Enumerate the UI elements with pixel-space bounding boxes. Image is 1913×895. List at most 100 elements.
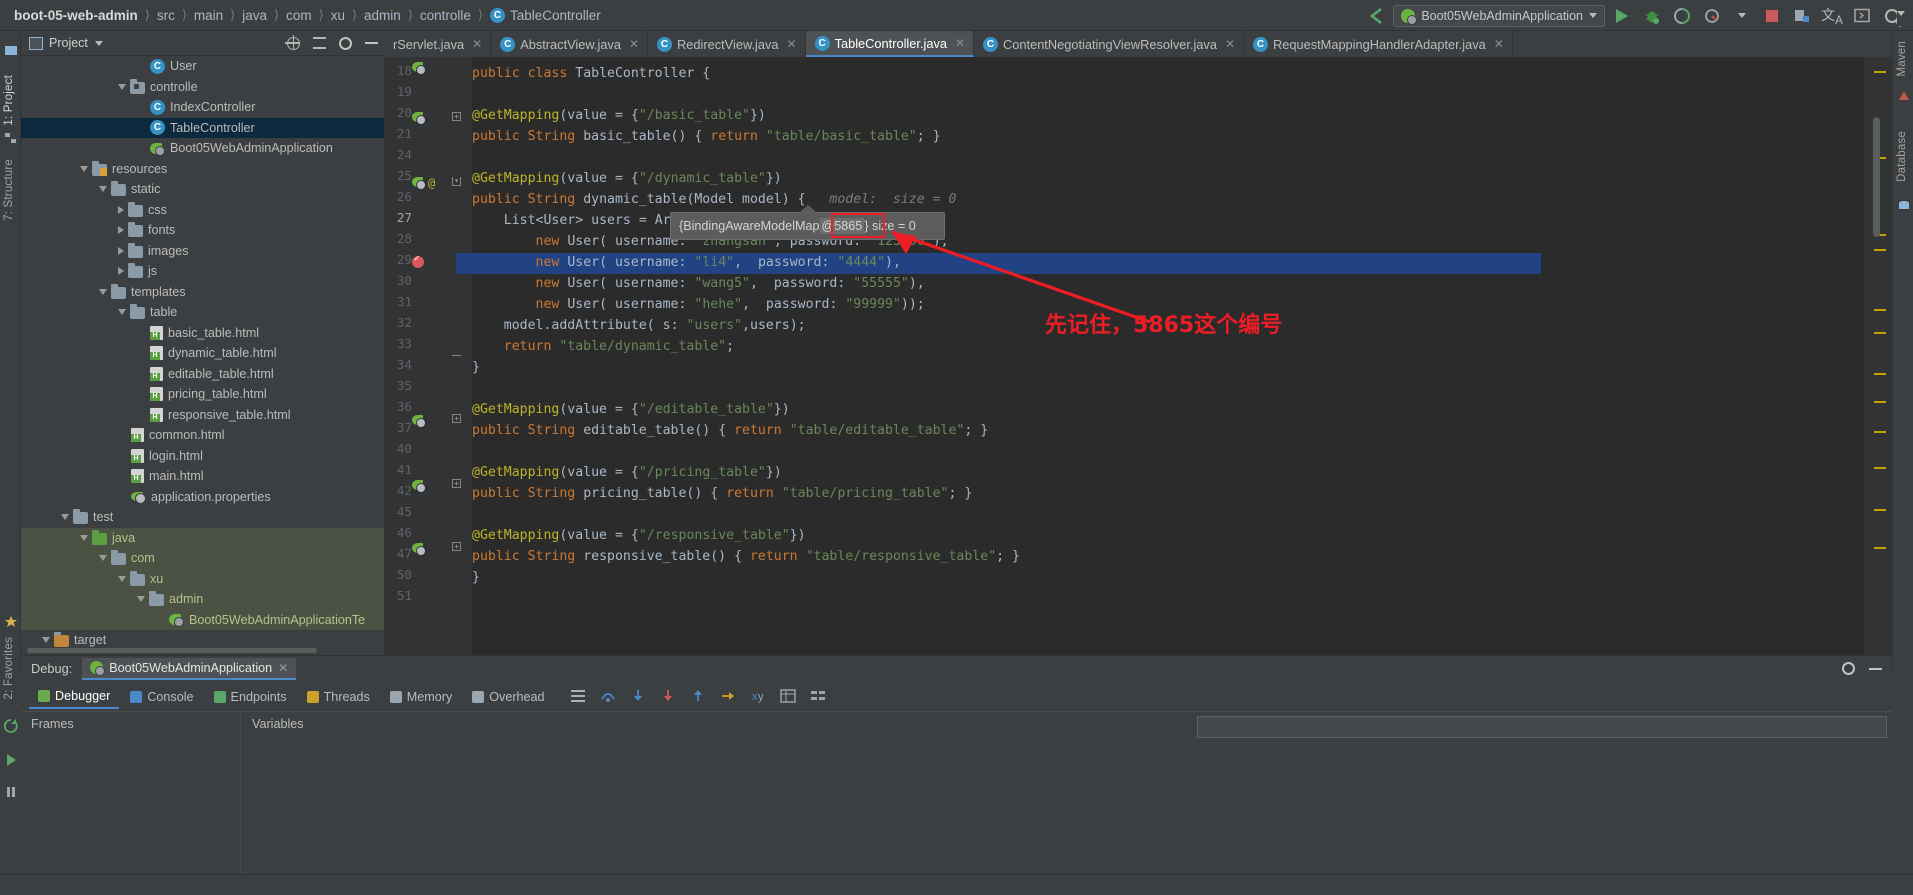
chevron-down-icon[interactable] — [118, 309, 126, 316]
debug-tab[interactable]: Threads — [298, 685, 379, 709]
tree-item[interactable]: pricing_table.html — [21, 384, 384, 405]
profiler-dropdown-icon[interactable] — [1729, 3, 1755, 29]
code-line[interactable]: @GetMapping(value = {"/pricing_table"}) — [472, 462, 782, 483]
tree-item[interactable]: C TableController — [21, 117, 384, 138]
debug-tab[interactable]: Console — [121, 685, 202, 709]
tree-item[interactable]: dynamic_table.html — [21, 343, 384, 364]
editor-tab-bar[interactable]: rServlet.java ✕ C AbstractView.java ✕ C Redire… — [384, 31, 1892, 57]
close-icon[interactable]: ✕ — [472, 37, 482, 51]
stop-button[interactable] — [1759, 3, 1785, 29]
debug-session-tab[interactable]: Boot05WebAdminApplication ✕ — [82, 657, 297, 680]
rail-item-maven[interactable]: Maven — [1896, 41, 1908, 77]
hide-panel-icon[interactable] — [365, 42, 378, 44]
chevron-down-icon[interactable] — [137, 596, 145, 603]
tree-item[interactable]: js — [21, 261, 384, 282]
layout-icon[interactable] — [570, 688, 586, 707]
tree-item[interactable]: main.html — [21, 466, 384, 487]
editor-code-area[interactable]: public class TableController { @GetMappin… — [472, 57, 1864, 655]
tree-item[interactable]: resources — [21, 159, 384, 180]
editor-tab[interactable]: C AbstractView.java ✕ — [491, 31, 649, 57]
editor-tab[interactable]: C RequestMappingHandlerAdapter.java ✕ — [1244, 31, 1513, 57]
tree-item[interactable]: xu — [21, 568, 384, 589]
chevron-down-icon[interactable] — [94, 40, 103, 46]
mute-breakpoints-icon[interactable] — [810, 688, 826, 707]
code-line[interactable]: public String basic_table() { return "ta… — [472, 126, 941, 147]
breadcrumb-item-controlle[interactable]: controlle — [420, 8, 471, 23]
close-icon[interactable]: ✕ — [787, 37, 797, 51]
close-icon[interactable]: ✕ — [629, 37, 639, 51]
chevron-down-icon[interactable] — [118, 83, 126, 90]
tree-item[interactable]: C IndexController — [21, 97, 384, 118]
tree-item[interactable]: java — [21, 527, 384, 548]
run-to-cursor-icon[interactable] — [720, 688, 736, 707]
tree-item[interactable]: admin — [21, 589, 384, 610]
run-with-coverage-button[interactable] — [1669, 3, 1695, 29]
translate-icon[interactable]: 文A — [1819, 3, 1845, 29]
back-arrow-icon[interactable] — [1363, 3, 1389, 29]
force-step-into-icon[interactable] — [660, 688, 676, 707]
step-over-icon[interactable] — [600, 688, 616, 707]
editor-marker-bar[interactable] — [1864, 57, 1892, 655]
debug-button[interactable] — [1639, 3, 1665, 29]
tree-item[interactable]: test — [21, 507, 384, 528]
editor-tab[interactable]: C RedirectView.java ✕ — [648, 31, 806, 57]
terminal-icon[interactable] — [1849, 3, 1875, 29]
debug-tab[interactable]: Memory — [381, 685, 461, 709]
tree-item[interactable]: responsive_table.html — [21, 405, 384, 426]
tree-item[interactable]: application.properties — [21, 487, 384, 508]
settings-icon[interactable] — [1842, 662, 1855, 675]
build-project-button[interactable] — [1789, 3, 1815, 29]
editor-tab[interactable]: rServlet.java ✕ — [384, 31, 492, 57]
project-tree[interactable]: C User controlle C IndexController C TableCont… — [21, 56, 384, 655]
breadcrumb-item-java[interactable]: java — [242, 8, 267, 23]
rail-item-database[interactable]: Database — [1896, 131, 1908, 182]
settings-icon[interactable] — [339, 36, 352, 50]
code-line[interactable]: @GetMapping(value = {"/dynamic_table"}) — [472, 168, 782, 189]
tree-item[interactable]: static — [21, 179, 384, 200]
chevron-down-icon[interactable] — [99, 555, 107, 562]
variables-column[interactable]: Variables — [242, 712, 1202, 875]
pause-icon[interactable] — [4, 785, 18, 799]
tree-item[interactable]: images — [21, 241, 384, 262]
chevron-down-icon[interactable] — [99, 186, 107, 193]
rerun-icon[interactable] — [4, 719, 18, 733]
code-line[interactable]: } — [472, 567, 480, 588]
debug-tabs[interactable]: Debugger Console Endpoints Threads Memory Ove… — [21, 683, 1892, 711]
chevron-down-icon[interactable] — [1897, 10, 1905, 16]
code-line[interactable]: return "table/dynamic_table"; — [472, 336, 734, 357]
breadcrumb-item-admin[interactable]: admin — [364, 8, 401, 23]
editor-tab[interactable]: C TableController.java ✕ — [805, 31, 975, 57]
resume-program-icon[interactable] — [4, 753, 18, 767]
chevron-right-icon[interactable] — [118, 267, 124, 276]
code-line[interactable]: public String responsive_table() { retur… — [472, 546, 1020, 567]
close-icon[interactable]: ✕ — [1494, 37, 1504, 51]
close-icon[interactable]: ✕ — [1225, 37, 1235, 51]
locate-icon[interactable] — [285, 34, 300, 50]
chevron-down-icon[interactable] — [118, 575, 126, 582]
code-line[interactable]: public String editable_table() { return … — [472, 420, 988, 441]
close-icon[interactable]: ✕ — [278, 661, 288, 675]
watches-input[interactable] — [1197, 716, 1887, 738]
tree-item[interactable]: Boot05WebAdminApplicationTe — [21, 609, 384, 630]
code-line[interactable]: @GetMapping(value = {"/editable_table"}) — [472, 399, 790, 420]
step-into-icon[interactable] — [630, 688, 646, 707]
close-icon[interactable]: ✕ — [955, 36, 965, 50]
rail-item-structure[interactable]: 7: Structure — [3, 159, 15, 221]
evaluate-expression-icon[interactable]: xy — [750, 688, 766, 707]
tree-item[interactable]: com — [21, 548, 384, 569]
breadcrumb-item-project[interactable]: boot-05-web-admin — [14, 8, 138, 23]
watches-icon[interactable] — [779, 688, 796, 707]
tree-item[interactable]: basic_table.html — [21, 323, 384, 344]
chevron-right-icon[interactable] — [118, 205, 124, 214]
editor-scrollbar[interactable] — [1873, 117, 1880, 237]
tree-item[interactable]: C User — [21, 56, 384, 77]
chevron-down-icon[interactable] — [61, 514, 69, 521]
code-line[interactable]: public class TableController { — [472, 63, 710, 84]
project-tree-hscrollbar[interactable] — [27, 648, 317, 653]
chevron-right-icon[interactable] — [118, 246, 124, 255]
step-out-icon[interactable] — [690, 688, 706, 707]
code-line[interactable]: @GetMapping(value = {"/basic_table"}) — [472, 105, 766, 126]
breadcrumb-item-main[interactable]: main — [194, 8, 223, 23]
code-line[interactable]: } — [472, 357, 480, 378]
chevron-down-icon[interactable] — [42, 637, 50, 644]
